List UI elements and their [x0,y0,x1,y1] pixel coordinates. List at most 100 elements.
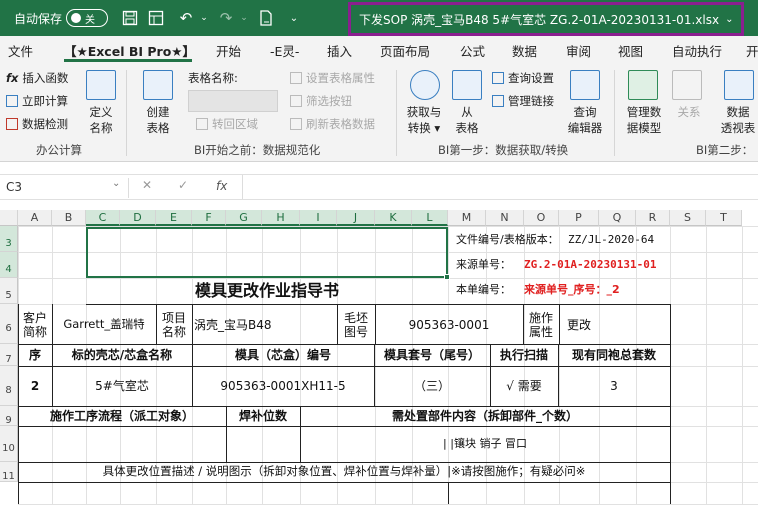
chevron-down-icon: ⌄ [725,13,734,25]
cell-total: 3 [610,378,618,393]
manage-data-model-button[interactable]: 管理数 据模型 [624,104,664,136]
row-header-3[interactable]: 3 [0,226,18,252]
row-header-8[interactable]: 8 [0,366,18,406]
data-check-button[interactable]: 数据检测 [6,116,68,132]
title-bar: 自动保存 关 ↶ ⌄ ↷ ⌄ ⌄ 下发SOP 涡壳_宝马B48 5#气室芯 ZG… [0,0,758,36]
document-icon[interactable] [146,8,166,28]
tab-view[interactable]: 视图 [618,41,643,60]
row-header-10[interactable]: 10 [0,426,18,462]
save-icon[interactable] [120,8,140,28]
column-header-k[interactable]: K [375,210,412,226]
manage-links-button[interactable]: 管理链接 [492,93,554,109]
row-header-5[interactable]: 5 [0,278,18,304]
column-header-s[interactable]: S [670,210,706,226]
get-transform-button[interactable]: 获取与 转换 ▾ [404,104,444,136]
redo-icon[interactable]: ↷ [216,8,236,28]
parts-label: 需处置部件内容（拆卸部件_个数） [391,408,578,423]
refresh-table-button[interactable]: 刷新表格数据 [290,116,375,132]
tab-formulas[interactable]: 公式 [460,41,485,60]
filter-button-label: 筛选按钮 [306,94,352,108]
tab-file[interactable]: 文件 [8,41,33,60]
query-editor-button[interactable]: 查询 编辑器 [566,104,604,136]
parts-value: | |镶块 销子 冒口 [443,437,527,451]
column-header-h[interactable]: H [262,210,300,226]
table-name-label: 表格名称: [188,71,238,85]
cell-seq: 2 [30,378,40,393]
autosave-label: 自动保存 [14,11,63,26]
column-header-a[interactable]: A [18,210,52,226]
column-header-d[interactable]: D [120,210,156,226]
row-header-4[interactable]: 4 [0,252,18,278]
table-border [86,304,670,305]
column-header-r[interactable]: R [636,210,670,226]
function-icon: fx [6,71,19,85]
document-name: 下发SOP 涡壳_宝马B48 5#气室芯 ZG.2-01A-20230131-0… [359,12,720,27]
this-no-value: 来源单号_序号：_2 [524,283,620,297]
cancel-icon[interactable]: ✕ [142,178,152,192]
data-check-icon [6,118,18,130]
cell-exec: √ 需要 [506,378,542,393]
calculate-now-button[interactable]: 立即计算 [6,93,68,109]
tab-automate[interactable]: 自动执行 [672,41,722,60]
more-icon[interactable]: ⌄ [284,8,304,28]
column-header-i[interactable]: I [300,210,337,226]
column-header-b[interactable]: B [52,210,86,226]
select-all-corner[interactable] [0,210,18,226]
tab-review[interactable]: 审阅 [566,41,591,60]
column-header-m[interactable]: M [448,210,486,226]
convert-to-range-button[interactable]: 转回区域 [196,116,258,132]
column-header-t[interactable]: T [706,210,742,226]
create-table-button[interactable]: 创建 表格 [144,104,172,136]
tab-insert[interactable]: 插入 [327,41,352,60]
document-title[interactable]: 下发SOP 涡壳_宝马B48 5#气室芯 ZG.2-01A-20230131-0… [348,2,744,36]
column-header-n[interactable]: N [486,210,524,226]
redo-dropdown-icon[interactable]: ⌄ [234,8,254,28]
insert-function-button[interactable]: fx 插入函数 [6,70,68,86]
tab-developer[interactable]: 开 [746,41,758,60]
filter-button-toggle[interactable]: 筛选按钮 [290,93,352,109]
column-header-j[interactable]: J [337,210,375,226]
query-settings-label: 查询设置 [508,71,554,85]
from-table-button[interactable]: 从 表格 [455,104,479,136]
relationships-button[interactable]: 关系 [675,104,703,120]
autosave-toggle[interactable]: 关 [66,9,108,27]
properties-icon [290,72,302,84]
insert-function-icon[interactable]: fx [216,179,227,193]
name-box[interactable]: C3 [6,180,76,194]
define-name-button[interactable]: 定义 名称 [87,104,115,136]
column-header-g[interactable]: G [226,210,262,226]
column-header-p[interactable]: P [559,210,599,226]
row-header-6[interactable]: 6 [0,304,18,344]
touch-mode-icon[interactable] [256,8,276,28]
tab-page-layout[interactable]: 页面布局 [380,41,430,60]
enter-icon[interactable]: ✓ [178,178,188,192]
tab-data[interactable]: 数据 [512,41,537,60]
column-header-f[interactable]: F [192,210,226,226]
row-header-9[interactable]: 9 [0,406,18,426]
tab-e-ling[interactable]: -E灵- [270,41,299,60]
table-properties-button[interactable]: 设置表格属性 [290,70,375,86]
undo-dropdown-icon[interactable]: ⌄ [194,8,214,28]
insert-function-label: 插入函数 [22,71,69,85]
undo-icon[interactable]: ↶ [176,8,196,28]
header-exec: 执行扫描 [499,348,548,363]
group-label-office: 办公计算 [36,143,82,157]
description-label: 具体更改位置描述 / 说明图示（拆卸对象位置、焊补位置与焊补量）|※请按图施作；… [102,464,586,479]
pivot-table-button[interactable]: 数据 透视表 [718,104,758,136]
column-header-q[interactable]: Q [599,210,636,226]
selected-cell-c3[interactable] [86,227,448,278]
worksheet-grid[interactable]: ABCDEFGHIJKLMNOPQRST 3 4 5 6 7 8 9 10 11 文件编号/表格… [0,210,758,505]
formula-input[interactable] [242,175,758,199]
table-name-input[interactable] [188,90,278,112]
query-settings-button[interactable]: 查询设置 [492,70,554,86]
convert-to-range-label: 转回区域 [212,117,258,131]
tab-home[interactable]: 开始 [216,41,241,60]
tab-excel-bi-pro[interactable]: 【★Excel BI Pro★】 [64,41,195,60]
row-header-11[interactable]: 11 [0,462,18,482]
column-header-e[interactable]: E [156,210,192,226]
column-header-o[interactable]: O [524,210,559,226]
row-header-7[interactable]: 7 [0,344,18,366]
column-header-l[interactable]: L [412,210,448,226]
column-header-c[interactable]: C [86,210,120,226]
name-box-dropdown-icon[interactable]: ⌄ [112,178,120,189]
